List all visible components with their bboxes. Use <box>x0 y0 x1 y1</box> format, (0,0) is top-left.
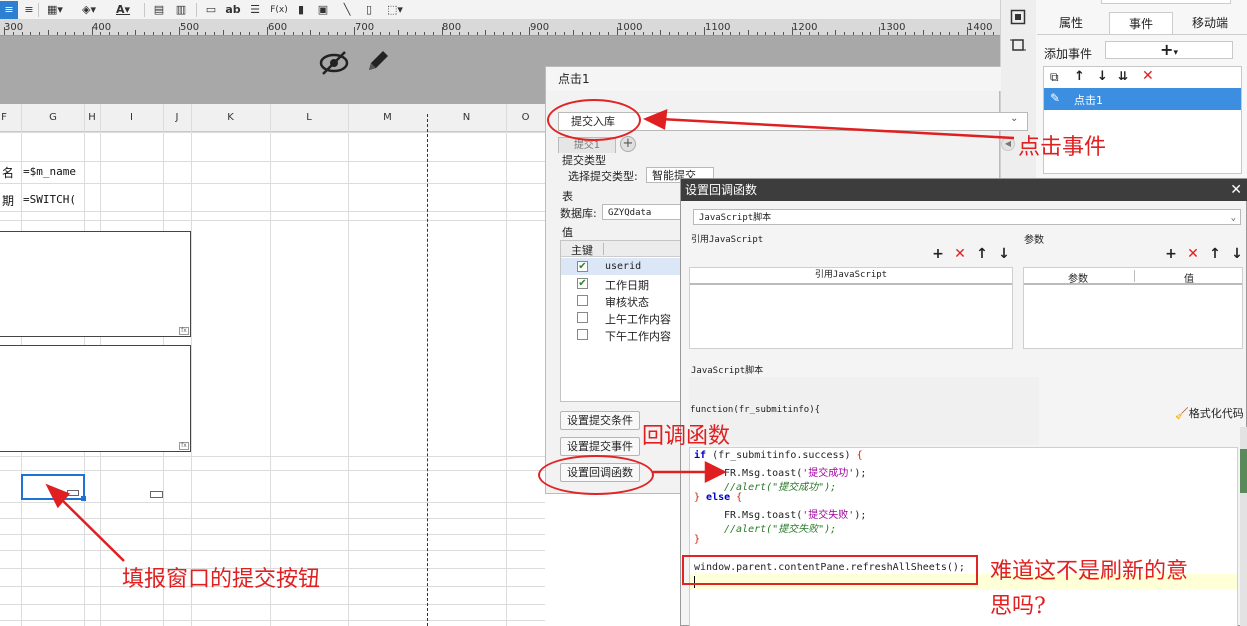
annotation-arrows <box>45 109 1015 562</box>
